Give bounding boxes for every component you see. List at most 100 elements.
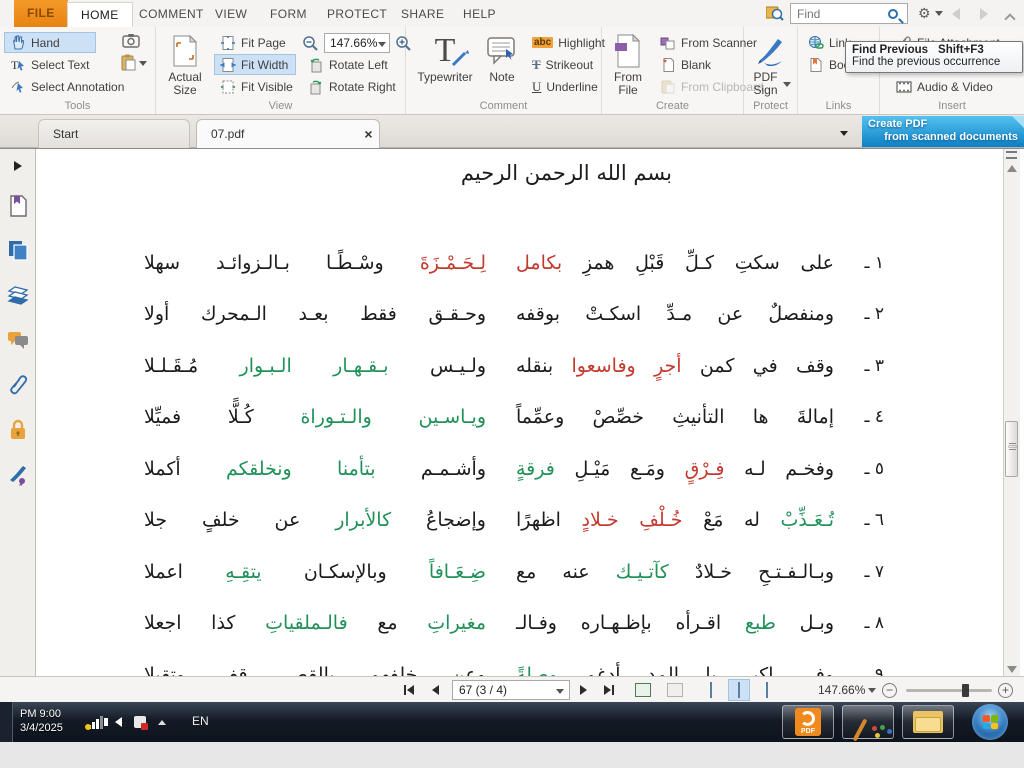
- find-next-button[interactable]: [980, 7, 988, 25]
- pages-panel-icon[interactable]: [7, 239, 29, 261]
- attachments-panel-icon[interactable]: [7, 374, 29, 396]
- find-options-button[interactable]: ⚙: [918, 5, 943, 22]
- select-annotation-label: Select Annotation: [31, 80, 124, 94]
- next-view-icon: [667, 683, 683, 697]
- volume-icon[interactable]: [115, 717, 122, 727]
- hidden-icons-arrow[interactable]: [158, 720, 166, 725]
- fit-page-button[interactable]: Fit Page: [214, 32, 292, 53]
- security-panel-icon[interactable]: [7, 419, 29, 441]
- rotate-right-label: Rotate Right: [329, 80, 396, 94]
- hand-tool-button[interactable]: Hand: [4, 32, 96, 53]
- collapse-ribbon-button[interactable]: [1006, 10, 1014, 28]
- strikeout-icon: T: [532, 57, 541, 73]
- tab-share[interactable]: SHARE: [388, 2, 457, 27]
- tab-document[interactable]: 07.pdf ×: [196, 119, 380, 148]
- taskbar-foxit-button[interactable]: PDF: [782, 705, 834, 739]
- underline-button[interactable]: U Underline: [526, 76, 600, 97]
- scrollbar-split-handle[interactable]: [1006, 151, 1017, 159]
- first-page-button[interactable]: [404, 677, 414, 703]
- from-clipboard-icon: [660, 79, 676, 95]
- tab-help[interactable]: HELP: [450, 2, 509, 27]
- from-clipboard-button: From Clipboard: [654, 76, 750, 97]
- continuous-view-button[interactable]: [728, 677, 750, 703]
- scroll-down-arrow[interactable]: [1007, 666, 1017, 673]
- select-annotation-button[interactable]: Select Annotation: [4, 76, 142, 97]
- highlight-label: Highlight: [558, 36, 605, 50]
- zoom-slider-thumb[interactable]: [962, 684, 969, 697]
- show-desktop-button[interactable]: [0, 702, 13, 742]
- zoom-slider[interactable]: [906, 689, 992, 692]
- rotate-left-button[interactable]: Rotate Left: [302, 54, 394, 75]
- signature-panel-icon[interactable]: [7, 464, 29, 486]
- zoom-out-icon[interactable]: [302, 35, 319, 52]
- hand-icon: [10, 35, 26, 51]
- tab-file[interactable]: FILE: [14, 0, 68, 27]
- select-annotation-icon: [10, 79, 26, 95]
- tab-form[interactable]: FORM: [257, 2, 320, 27]
- verse-number: ٥ ـ: [834, 459, 884, 479]
- tab-home[interactable]: HOME: [67, 2, 133, 27]
- verse-hemistich-right: تُـعَـذِّبْ له مَعْ خُـلْفِ خـلادٍ اظهرً…: [516, 509, 834, 531]
- clipboard-button[interactable]: [120, 54, 147, 72]
- taskbar-paint-button[interactable]: [842, 705, 894, 739]
- find-search-icon[interactable]: [888, 6, 898, 24]
- expand-panel-icon[interactable]: [7, 155, 29, 177]
- previous-page-button[interactable]: [432, 677, 439, 703]
- tab-document-label: 07.pdf: [211, 127, 244, 141]
- bookmarks-panel-icon[interactable]: [7, 195, 29, 217]
- vertical-scrollbar[interactable]: [1003, 149, 1020, 676]
- start-button[interactable]: [972, 704, 1008, 740]
- facing-view-button[interactable]: [756, 677, 778, 703]
- continuous-facing-view-button[interactable]: [786, 677, 808, 703]
- verse-hemistich-right: إمالةَ ها التأنيثِ خصِّصْ وعمِّماً: [516, 406, 834, 428]
- snapshot-button[interactable]: [122, 33, 140, 48]
- search-files-icon[interactable]: [766, 5, 784, 21]
- scroll-up-arrow[interactable]: [1007, 165, 1017, 172]
- previous-view-button[interactable]: [630, 677, 656, 703]
- from-file-button[interactable]: From File: [608, 31, 648, 97]
- scrollbar-thumb[interactable]: [1005, 421, 1018, 477]
- highlight-button[interactable]: abc Highlight: [526, 32, 598, 53]
- zoom-menu-caret[interactable]: [868, 677, 876, 703]
- taskbar-explorer-button[interactable]: [902, 705, 954, 739]
- strikeout-button[interactable]: T Strikeout: [526, 54, 600, 75]
- select-text-button[interactable]: T Select Text: [4, 54, 116, 75]
- network-icon[interactable]: [88, 716, 103, 729]
- verse-hemistich-left: ولـيـس بـقـهـار الـبـوار مُـقَـلـلا: [144, 355, 486, 377]
- rotate-right-button[interactable]: Rotate Right: [302, 76, 398, 97]
- note-button[interactable]: Note: [482, 31, 522, 84]
- pdf-sign-button[interactable]: PDF Sign: [748, 31, 794, 97]
- verse-hemistich-left: وعن خلفهم بالقصر قف وتقبلا: [144, 664, 486, 676]
- last-page-button[interactable]: [604, 677, 614, 703]
- next-view-button: [662, 677, 688, 703]
- tab-view[interactable]: VIEW: [202, 2, 260, 27]
- blank-button[interactable]: Blank: [654, 54, 710, 75]
- verse-line: ٢ ـومنفصلٌ عن مـدِّ اسكـتْ بوقفهوحـقـق ف…: [37, 289, 1002, 341]
- tab-list-button[interactable]: [840, 125, 848, 143]
- next-page-button[interactable]: [580, 677, 587, 703]
- layers-panel-icon[interactable]: [7, 284, 29, 306]
- pdf-page[interactable]: بسم الله الرحمن الرحيم ١ ـعلى سكتِ كـلِّ…: [37, 149, 1002, 676]
- zoom-out-button[interactable]: −: [882, 677, 897, 703]
- banner-line2: from scanned documents: [868, 131, 1018, 143]
- actual-size-button[interactable]: Actual Size: [162, 31, 208, 97]
- comments-panel-icon[interactable]: [7, 329, 29, 351]
- single-page-view-button[interactable]: [700, 677, 722, 703]
- taskbar-clock[interactable]: PM 9:00 3/4/2025: [20, 707, 63, 735]
- typewriter-button[interactable]: T Typewriter: [414, 31, 476, 84]
- language-indicator[interactable]: EN: [192, 714, 209, 728]
- page-number-box[interactable]: 67 (3 / 4): [452, 680, 570, 700]
- underline-label: Underline: [546, 80, 597, 94]
- from-scanner-button[interactable]: From Scanner: [654, 32, 742, 53]
- zoom-percentage[interactable]: 147.66%: [818, 677, 865, 703]
- zoom-in-button[interactable]: +: [998, 677, 1013, 703]
- battery-icon[interactable]: [134, 716, 146, 728]
- fit-visible-button[interactable]: Fit Visible: [214, 76, 300, 97]
- tab-start[interactable]: Start: [38, 119, 190, 148]
- create-pdf-banner[interactable]: Create PDF from scanned documents: [862, 116, 1024, 147]
- close-tab-icon[interactable]: ×: [364, 126, 372, 142]
- find-previous-button[interactable]: [952, 7, 960, 25]
- zoom-combobox[interactable]: 147.66%: [324, 33, 390, 53]
- fit-width-button[interactable]: Fit Width: [214, 54, 296, 75]
- audio-video-button[interactable]: Audio & Video: [890, 76, 1002, 97]
